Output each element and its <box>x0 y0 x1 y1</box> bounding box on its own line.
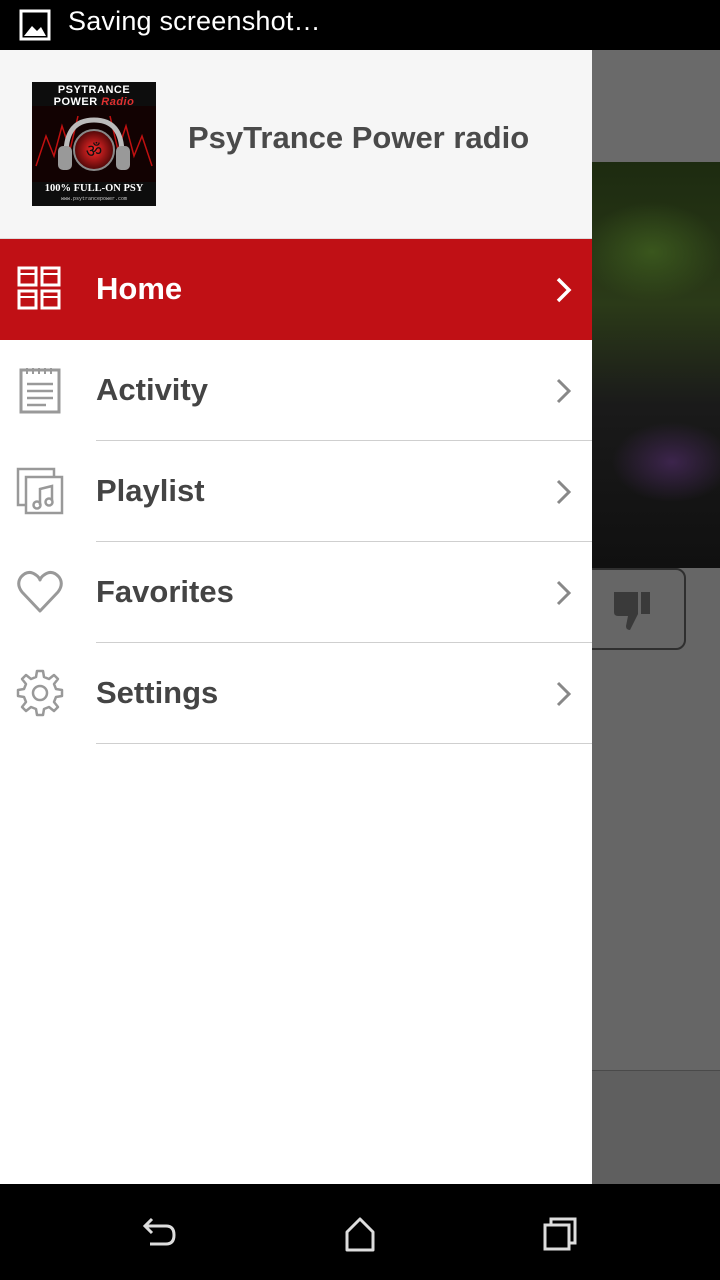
background-app[interactable] <box>572 50 720 1184</box>
logo-tagline: 100% FULL-ON PSY <box>44 183 144 194</box>
menu-divider <box>96 743 592 744</box>
chevron-right-icon <box>556 378 572 404</box>
menu-label-home: Home <box>96 271 183 306</box>
thumbs-down-icon <box>614 592 650 630</box>
menu-label-playlist: Playlist <box>96 473 205 508</box>
menu-label-favorites: Favorites <box>96 574 234 609</box>
menu-item-home[interactable]: Home <box>0 239 592 340</box>
menu-item-activity[interactable]: Activity <box>0 340 592 441</box>
back-icon[interactable] <box>140 1214 180 1254</box>
headphones-om-icon: ॐ <box>32 106 156 182</box>
menu-label-settings: Settings <box>96 675 219 710</box>
svg-text:ॐ: ॐ <box>86 141 102 162</box>
status-text: Saving screenshot… <box>68 6 321 36</box>
chevron-right-icon <box>556 580 572 606</box>
logo-url: www.psytrancepower.com <box>60 196 127 202</box>
background-toolbar <box>592 50 720 162</box>
menu-label-activity: Activity <box>96 372 208 407</box>
home-icon[interactable] <box>340 1214 380 1254</box>
logo-line1: PSYTRANCE <box>57 84 131 96</box>
background-artwork <box>572 162 720 650</box>
navigation-bar <box>0 1184 720 1280</box>
station-logo: PSYTRANCE POWER Radio ॐ 100% FULL-ON PSY… <box>32 82 156 206</box>
status-bar: Saving screenshot… <box>0 0 720 50</box>
music-gallery-icon <box>16 467 64 515</box>
image-icon <box>19 9 51 41</box>
chevron-right-icon <box>556 479 572 505</box>
chevron-right-icon <box>556 277 572 303</box>
menu-item-favorites[interactable]: Favorites <box>0 542 592 643</box>
gear-icon <box>16 669 64 717</box>
drawer-menu: Home Activity Playlist Favorites Setting… <box>0 239 592 744</box>
background-player-bar <box>592 1071 720 1184</box>
heart-icon <box>17 570 63 613</box>
grid-icon <box>17 266 61 310</box>
recents-icon[interactable] <box>540 1214 580 1254</box>
menu-item-playlist[interactable]: Playlist <box>0 441 592 542</box>
drawer-header: PSYTRANCE POWER Radio ॐ 100% FULL-ON PSY… <box>0 50 592 239</box>
station-title: PsyTrance Power radio <box>188 120 530 155</box>
notepad-icon <box>19 368 61 414</box>
menu-item-settings[interactable]: Settings <box>0 643 592 744</box>
chevron-right-icon <box>556 681 572 707</box>
navigation-drawer: PSYTRANCE POWER Radio ॐ 100% FULL-ON PSY… <box>0 50 592 1184</box>
